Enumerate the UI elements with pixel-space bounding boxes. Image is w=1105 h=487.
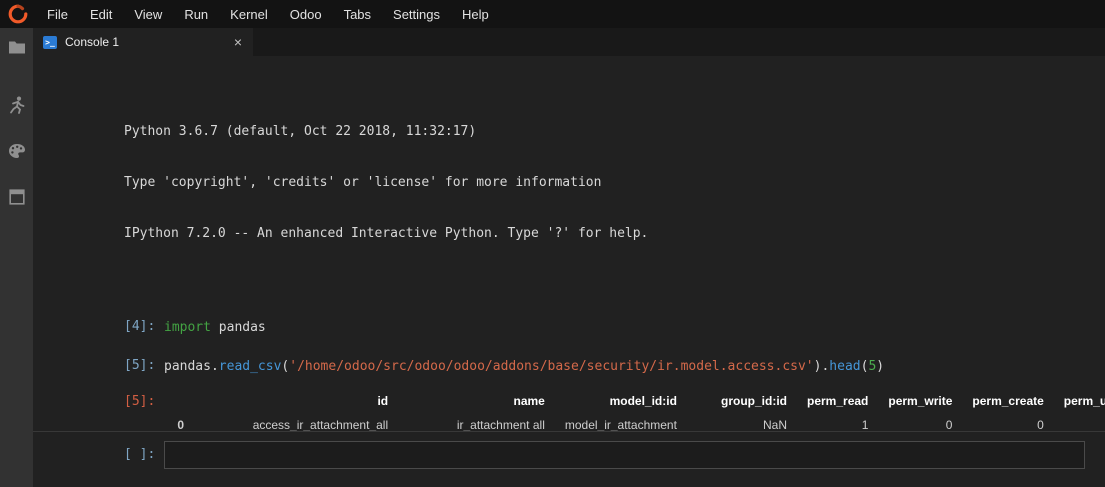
- dataframe-body: 0access_ir_attachment_allir_attachment a…: [164, 413, 1105, 431]
- column-header: id: [194, 389, 398, 413]
- tab-console-1[interactable]: >_ Console 1 ×: [33, 28, 253, 56]
- code-token: ): [876, 359, 884, 374]
- table-cell: NaN: [687, 413, 797, 431]
- column-header: perm_unlink: [1054, 389, 1105, 413]
- table-cell: model_ir_attachment: [555, 413, 687, 431]
- string-token: '/home/odoo/src/odoo/odoo/addons/base/se…: [289, 359, 813, 374]
- jupyterlab-window: File Edit View Run Kernel Odoo Tabs Sett…: [0, 0, 1105, 487]
- code-token: pandas: [211, 320, 266, 335]
- table-cell: 0: [962, 413, 1053, 431]
- table-row: 0access_ir_attachment_allir_attachment a…: [164, 413, 1105, 431]
- input-prompt: [5]:: [33, 358, 164, 373]
- column-header: perm_create: [962, 389, 1053, 413]
- console-input-area: [ ]:: [33, 431, 1105, 487]
- code-token: ).: [814, 359, 830, 374]
- kernel-banner: Python 3.6.7 (default, Oct 22 2018, 11:3…: [33, 89, 1105, 276]
- console-input[interactable]: [165, 442, 1084, 468]
- table-cell: 0: [1054, 413, 1105, 431]
- table-cell: access_ir_attachment_all: [194, 413, 398, 431]
- menubar: File Edit View Run Kernel Odoo Tabs Sett…: [0, 0, 1105, 28]
- banner-line: IPython 7.2.0 -- An enhanced Interactive…: [124, 225, 1105, 242]
- menu-item-tabs[interactable]: Tabs: [333, 0, 382, 28]
- code-token: pandas.: [164, 359, 219, 374]
- column-header: model_id:id: [555, 389, 687, 413]
- odoo-logo-icon: [0, 0, 36, 28]
- tab-title: Console 1: [65, 35, 223, 49]
- dataframe-header-row: idnamemodel_id:idgroup_id:idperm_readper…: [164, 389, 1105, 413]
- menu-item-edit[interactable]: Edit: [79, 0, 123, 28]
- empty-input-prompt: [ ]:: [33, 441, 164, 469]
- main-area: >_ Console 1 × Python 3.6.7 (default, Oc…: [33, 28, 1105, 487]
- menu-item-help[interactable]: Help: [451, 0, 500, 28]
- left-sidebar: [0, 28, 33, 487]
- code-line: import pandas: [164, 319, 266, 336]
- column-header: group_id:id: [687, 389, 797, 413]
- input-prompt: [4]:: [33, 319, 164, 334]
- menu-item-kernel[interactable]: Kernel: [219, 0, 279, 28]
- dataframe: idnamemodel_id:idgroup_id:idperm_readper…: [164, 389, 1105, 431]
- table-cell: 1: [797, 413, 878, 431]
- banner-line: Type 'copyright', 'credits' or 'license'…: [124, 174, 1105, 191]
- column-header: perm_read: [797, 389, 878, 413]
- code-cell-4: [4]: import pandas: [33, 319, 1105, 336]
- console-panel: Python 3.6.7 (default, Oct 22 2018, 11:3…: [33, 56, 1105, 431]
- column-header: perm_write: [878, 389, 962, 413]
- console-input-box[interactable]: [164, 441, 1085, 469]
- menu-item-run[interactable]: Run: [173, 0, 219, 28]
- menu-item-settings[interactable]: Settings: [382, 0, 451, 28]
- table-cell: 0: [878, 413, 962, 431]
- open-tabs-icon[interactable]: [6, 186, 28, 208]
- row-index: 0: [164, 413, 194, 431]
- code-cell-5: [5]: pandas.read_csv('/home/odoo/src/odo…: [33, 358, 1105, 375]
- menu-item-view[interactable]: View: [123, 0, 173, 28]
- folder-icon[interactable]: [6, 36, 28, 58]
- code-line: pandas.read_csv('/home/odoo/src/odoo/odo…: [164, 358, 884, 375]
- function-token: head: [829, 359, 860, 374]
- tabbar: >_ Console 1 ×: [33, 28, 1105, 56]
- keyword-token: import: [164, 320, 211, 335]
- corner-header: [164, 389, 194, 413]
- menu-item-file[interactable]: File: [36, 0, 79, 28]
- running-man-icon[interactable]: [6, 94, 28, 116]
- column-header: name: [398, 389, 555, 413]
- close-icon[interactable]: ×: [231, 35, 245, 49]
- menu-item-odoo[interactable]: Odoo: [279, 0, 333, 28]
- output-prompt: [5]:: [33, 389, 164, 409]
- table-cell: ir_attachment all: [398, 413, 555, 431]
- console-icon: >_: [43, 36, 57, 49]
- output-cell-5: [5]: idnamemodel_id:idgroup_id:idperm_re…: [33, 389, 1105, 431]
- function-token: read_csv: [219, 359, 282, 374]
- banner-line: Python 3.6.7 (default, Oct 22 2018, 11:3…: [124, 123, 1105, 140]
- palette-icon[interactable]: [6, 140, 28, 162]
